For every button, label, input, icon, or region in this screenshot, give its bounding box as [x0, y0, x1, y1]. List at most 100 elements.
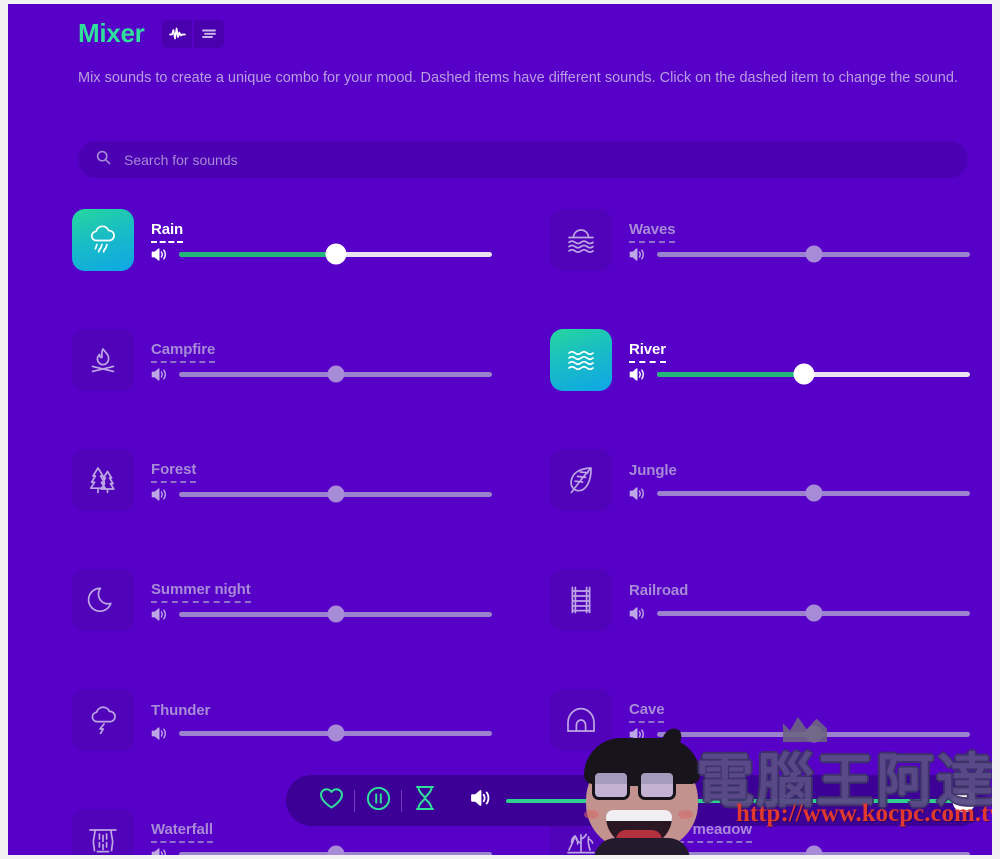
volume-slider-track[interactable]: [179, 485, 492, 503]
sound-name[interactable]: Waves: [629, 221, 676, 243]
volume-slider-track[interactable]: [179, 605, 492, 623]
sound-name[interactable]: Campfire: [151, 341, 215, 363]
list-icon: [201, 27, 217, 40]
volume-slider-knob[interactable]: [327, 485, 344, 503]
volume-slider-knob[interactable]: [805, 245, 822, 263]
sound-body: Rain: [151, 219, 492, 265]
volume-icon[interactable]: [151, 726, 168, 741]
thunder-cloud-icon: [86, 703, 120, 737]
pause-button[interactable]: [355, 775, 401, 826]
rain-cloud-icon: [86, 223, 120, 257]
volume-slider-knob[interactable]: [805, 725, 822, 743]
sound-tile-crescent-moon-icon[interactable]: [72, 569, 134, 631]
sound-name[interactable]: Thunder: [151, 702, 210, 722]
master-volume-knob[interactable]: [952, 789, 976, 812]
sound-tile-cave-icon[interactable]: [550, 689, 612, 751]
volume-icon[interactable]: [629, 486, 646, 501]
volume-slider-track[interactable]: [179, 243, 492, 265]
volume-slider-track[interactable]: [657, 725, 970, 743]
timer-button[interactable]: [402, 775, 448, 826]
volume-slider-knob[interactable]: [325, 243, 346, 265]
sound-name[interactable]: Railroad: [629, 582, 688, 602]
sound-tile-pine-trees-icon[interactable]: [72, 449, 134, 511]
sound-volume-control: [629, 245, 970, 263]
volume-slider-track[interactable]: [179, 365, 492, 383]
volume-slider-knob[interactable]: [327, 724, 344, 742]
waterfall-icon: [86, 823, 120, 855]
sound-volume-control: [151, 605, 492, 623]
campfire-icon: [86, 343, 120, 377]
heart-icon: [319, 787, 344, 815]
sound-name[interactable]: Waterfall: [151, 821, 213, 843]
sound-tile-railroad-icon[interactable]: [550, 569, 612, 631]
sound-volume-control: [151, 243, 492, 265]
list-view-button[interactable]: [194, 19, 225, 48]
sound-volume-control: [629, 363, 970, 385]
sound-body: Cave: [629, 699, 970, 743]
sound-tile-waves-sunset-icon[interactable]: [550, 209, 612, 271]
sound-name[interactable]: Jungle: [629, 462, 677, 482]
sound-name[interactable]: Rain: [151, 221, 183, 243]
search-input[interactable]: Search for sounds: [78, 141, 968, 178]
sound-name[interactable]: Forest: [151, 461, 196, 483]
volume-slider-track[interactable]: [657, 363, 970, 385]
volume-slider-fill: [657, 371, 805, 377]
volume-slider-track[interactable]: [179, 845, 492, 855]
sound-item-cave: Cave: [550, 682, 970, 758]
sound-item-river: River: [550, 322, 970, 398]
master-volume-slider[interactable]: [506, 789, 976, 812]
sound-name[interactable]: River: [629, 341, 666, 363]
volume-slider-track[interactable]: [657, 245, 970, 263]
railroad-icon: [564, 583, 598, 617]
volume-slider-knob[interactable]: [805, 484, 822, 502]
volume-icon[interactable]: [470, 788, 492, 813]
volume-slider-knob[interactable]: [327, 845, 344, 855]
volume-slider-track[interactable]: [657, 845, 970, 855]
sound-tile-campfire-icon[interactable]: [72, 329, 134, 391]
sound-name[interactable]: Summer night: [151, 581, 251, 603]
sound-item-waves: Waves: [550, 202, 970, 278]
volume-icon[interactable]: [151, 367, 168, 382]
volume-icon[interactable]: [151, 607, 168, 622]
sound-volume-control: [151, 724, 492, 742]
volume-icon[interactable]: [151, 847, 168, 855]
volume-slider-knob[interactable]: [793, 363, 815, 385]
sound-tile-thunder-cloud-icon[interactable]: [72, 689, 134, 751]
volume-icon[interactable]: [629, 847, 646, 855]
volume-icon[interactable]: [629, 727, 646, 742]
volume-icon[interactable]: [629, 367, 646, 382]
sound-body: Thunder: [151, 700, 492, 742]
meadow-icon: [564, 823, 598, 855]
river-waves-icon: [564, 343, 598, 377]
sound-tile-waterfall-icon[interactable]: [72, 809, 134, 855]
sound-item-rain: Rain: [72, 202, 492, 278]
page-description: Mix sounds to create a unique combo for …: [78, 70, 958, 86]
sound-body: Waves: [629, 219, 970, 263]
sound-list: Rain Waves Campfire River Forest Jungle Summer…: [72, 202, 982, 855]
sound-item-thunder: Thunder: [72, 682, 492, 758]
volume-icon[interactable]: [629, 606, 646, 621]
volume-slider-track[interactable]: [657, 484, 970, 502]
volume-slider-knob[interactable]: [805, 604, 822, 622]
favorite-button[interactable]: [308, 775, 354, 826]
sound-item-forest: Forest: [72, 442, 492, 518]
volume-slider-track[interactable]: [179, 724, 492, 742]
sound-body: Jungle: [629, 460, 970, 502]
volume-slider-knob[interactable]: [327, 365, 344, 383]
volume-slider-track[interactable]: [657, 604, 970, 622]
player-bar: [286, 775, 986, 826]
sound-tile-rain-cloud-icon[interactable]: [72, 209, 134, 271]
sound-tile-leaf-icon[interactable]: [550, 449, 612, 511]
volume-slider-knob[interactable]: [327, 605, 344, 623]
sound-tile-river-waves-icon[interactable]: [550, 329, 612, 391]
volume-slider-knob[interactable]: [805, 845, 822, 855]
sound-name[interactable]: Cave: [629, 701, 665, 723]
volume-icon[interactable]: [151, 487, 168, 502]
search-placeholder: Search for sounds: [124, 151, 238, 168]
volume-icon[interactable]: [629, 247, 646, 262]
sound-item-railroad: Railroad: [550, 562, 970, 638]
volume-icon[interactable]: [151, 247, 168, 262]
master-volume-control: [470, 788, 976, 813]
sound-item-summer-night: Summer night: [72, 562, 492, 638]
waveform-view-button[interactable]: [162, 19, 193, 48]
